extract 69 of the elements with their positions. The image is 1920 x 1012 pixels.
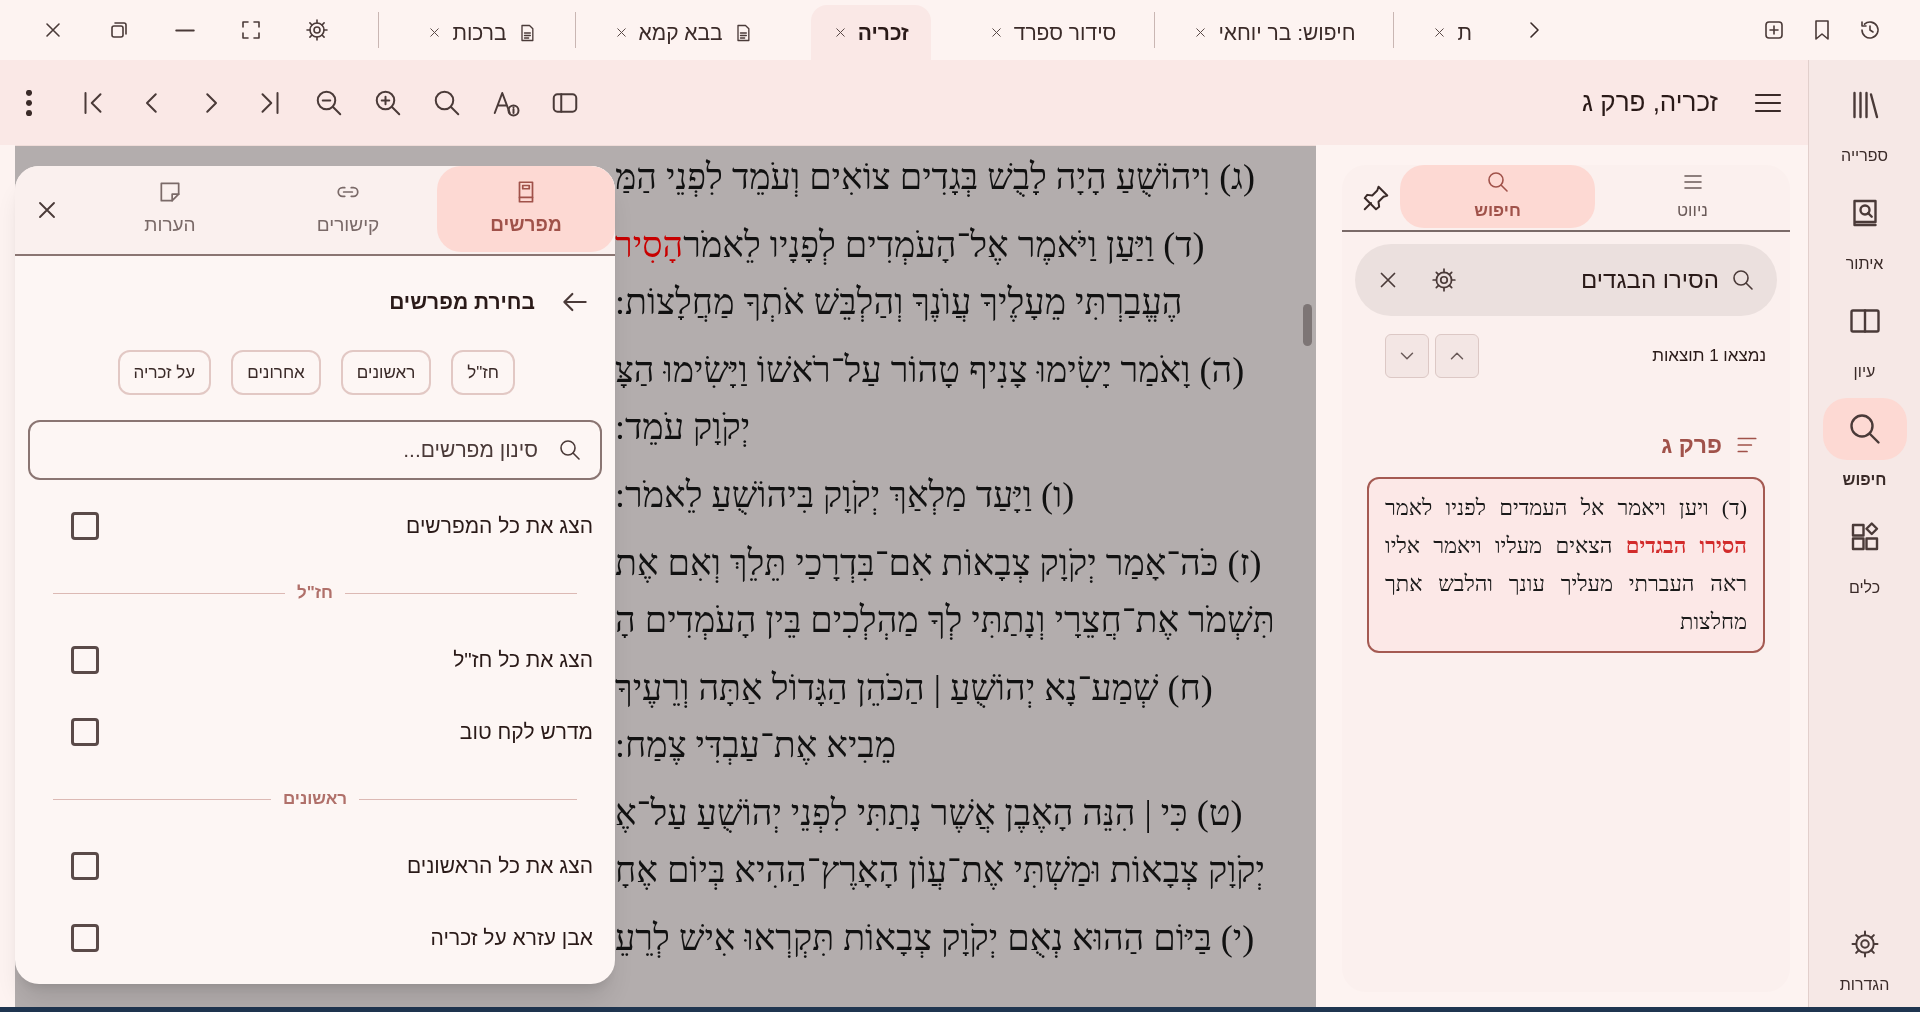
- verse-line: (ט) כִּי | הִנֵּה הָאֶבֶן אֲשֶׁר נָתַתִּי לִפְנֵי יְהוֹשֻׁעַ עַל־אֶ: [615, 791, 1243, 835]
- checkbox[interactable]: [71, 646, 99, 674]
- filter-field[interactable]: סינון מפרשים...: [28, 420, 602, 480]
- filter-chip[interactable]: על זכריה: [117, 350, 212, 395]
- tab-label: בבא קמא: [638, 19, 723, 46]
- verse-line: (ח) שְׁמַע־נָא יְהוֹשֻׁעַ | הַכֹּהֵן הַגָּדוֹל אַתָּה וְרֵעֶיךָ: [615, 666, 1213, 710]
- search-result[interactable]: (ד) ויען ויאמר אל העמדים לפניו לאמר הסירו הבגדים הצאים מעליו ויאמר אליו ראה העברתי מעליך עונך והלבש אתך מחלצות: [1367, 476, 1765, 653]
- search-field[interactable]: הסירו הבגדים: [1355, 244, 1777, 316]
- verse-line: (ג) וִיהוֹשֻׁעַ הָיָה לָבֻשׁ בְּגָדִים צוֹאִים וְעֹמֵד לִפְנֵי הַמַּ: [615, 155, 1255, 199]
- panel-tab[interactable]: מפרשים: [437, 166, 615, 252]
- option-label: מדרש לקח טוב: [458, 719, 593, 746]
- settings-icon: [1849, 929, 1880, 959]
- sidebar-item[interactable]: איתור: [1822, 182, 1907, 276]
- history-icon: [1858, 18, 1882, 42]
- tab-label: סידור ספרד: [1013, 19, 1117, 46]
- tab[interactable]: סידור ספרד: [966, 5, 1139, 60]
- option-label: הצג את כל המפרשים: [405, 513, 593, 540]
- panel-tab[interactable]: קישורים: [259, 166, 437, 252]
- verse-line: תִּשְׁמֹר אֶת־חֲצֵרָי וְנָתַתִּי לְךָ מַהְלְכִים בֵּין הָעֹמְדִים הָ: [615, 598, 1275, 642]
- verse-line: יְקֹוָק צְבָאוֹת וּמַשְׁתִּי אֶת־עֲוֹן הָאָרֶץ־הַהִיא בְּיוֹם אֶחָ: [615, 848, 1266, 892]
- checkbox[interactable]: [71, 852, 99, 880]
- tab[interactable]: ת: [1410, 5, 1494, 60]
- filter-chip[interactable]: ראשונים: [340, 350, 432, 395]
- sidebar-item[interactable]: עיון: [1822, 290, 1907, 384]
- option-label: הצג את כל הראשונים: [405, 853, 593, 880]
- search-icon: [558, 438, 582, 462]
- sidebar-item[interactable]: כלים: [1822, 506, 1907, 600]
- result-count: נמצאו 1 תוצאות: [1652, 345, 1766, 368]
- checkbox[interactable]: [71, 512, 99, 540]
- settings-item[interactable]: הגדרות: [1839, 929, 1890, 997]
- verse-line: יְקֹוָק עֹמֵד:: [615, 405, 751, 449]
- verse-line: (ו) וַיָּעַד מַלְאַךְ יְקֹוָק בִּיהוֹשֻׁעַ לֵאמֹר:: [615, 473, 1075, 517]
- verse-line: (ז) כֹּה־אָמַר יְקֹוָק צְבָאוֹת אִם־בִּדְרָכַי תֵּלֵךְ וְאִם אֶת: [615, 541, 1262, 585]
- section-heading: חז"ל: [297, 582, 333, 605]
- search-icon: [1731, 268, 1755, 292]
- verse-line: הֶעֱבַרְתִּי מֵעָלֶיךָ עֲוֺנֶךָ וְהַלְבֵּשׁ אֹתְךָ מַחֲלָצוֹת:: [615, 280, 1183, 324]
- filter-chip[interactable]: אחרונים: [231, 350, 321, 395]
- document-title: זכריה, פרק ג: [1582, 86, 1718, 119]
- tab[interactable]: חיפוש: בר יוחאי: [1171, 5, 1378, 60]
- section-heading: ראשונים: [282, 788, 348, 811]
- group-heading: פרק ג: [1661, 431, 1722, 460]
- tab[interactable]: ברכות: [405, 5, 559, 60]
- panel-tab[interactable]: ניווט: [1595, 165, 1790, 228]
- tab-label: חיפוש: בר יוחאי: [1218, 19, 1356, 46]
- verse-line: מֵבִיא אֶת־עַבְדִּי צֶמַח:: [615, 723, 897, 767]
- search-settings-icon: [1431, 267, 1457, 293]
- panel-tab[interactable]: הערות: [81, 166, 259, 252]
- panel-tab[interactable]: חיפוש: [1400, 165, 1595, 228]
- panel-heading: בחירת מפרשים: [389, 289, 535, 316]
- sidebar-item[interactable]: ספרייה: [1822, 74, 1907, 168]
- minimize-icon: [175, 28, 196, 32]
- tab-label: ברכות: [452, 19, 507, 46]
- verse-line: (ד) וַיַּעַן וַיֹּאמֶר אֶל־הָעֹמְדִים לְפָנָיו לֵאמֹרהָסִיר: [615, 223, 1205, 267]
- settings-icon: [305, 18, 330, 42]
- option-label: אבן עזרא על זכריה: [429, 925, 593, 952]
- filter-chip[interactable]: חז"ל: [451, 350, 515, 395]
- tab[interactable]: זכריה: [810, 5, 931, 60]
- tab[interactable]: בבא קמא: [591, 5, 775, 60]
- more-options-icon: [26, 89, 32, 116]
- scrollbar-thumb[interactable]: [1303, 304, 1312, 346]
- tab-label: זכריה: [857, 19, 909, 46]
- tab-label: ת: [1457, 19, 1472, 46]
- verse-line: (ה) וָאֹמַר יָשִׂימוּ צָנִיף טָהוֹר עַל־רֹאשׁוֹ וַיָּשִׂימוּ הַצָּ: [615, 348, 1245, 392]
- option-label: הצג את כל חז"ל: [452, 647, 593, 674]
- new-tab-icon: [1762, 18, 1786, 42]
- search-icon: [1485, 169, 1510, 194]
- checkbox[interactable]: [71, 924, 99, 952]
- checkbox[interactable]: [71, 718, 99, 746]
- verse-line: (י) בַּיּוֹם הַהוּא נְאֻם יְקֹוָק צְבָאוֹת תִּקְרְאוּ אִישׁ לְרֵעֵ: [615, 916, 1255, 960]
